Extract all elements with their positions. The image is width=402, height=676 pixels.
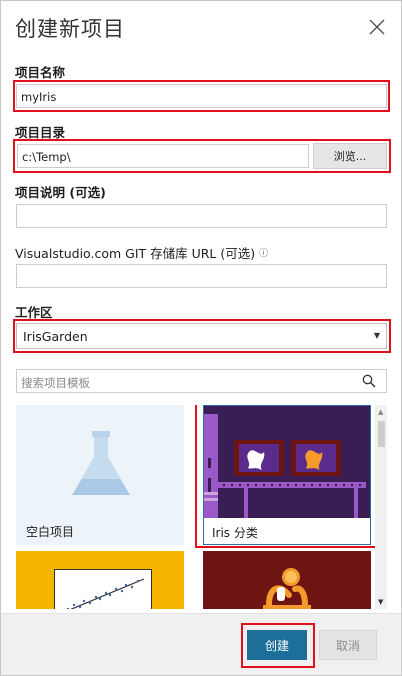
scroll-down-icon[interactable]: ▼ xyxy=(378,598,383,606)
template-label: Iris 分类 xyxy=(212,526,258,540)
scroll-up-icon[interactable]: ▲ xyxy=(378,408,383,416)
search-icon[interactable] xyxy=(362,374,376,388)
workspace-selected: IrisGarden xyxy=(23,329,88,344)
project-dir-input[interactable]: c:\Temp\ xyxy=(17,144,309,168)
project-name-input[interactable]: myIris xyxy=(16,84,387,108)
cancel-button[interactable]: 取消 xyxy=(319,630,377,660)
git-repo-label-text: Visualstudio.com GIT 存储库 URL (可选) xyxy=(15,246,256,261)
create-project-dialog: 创建新项目 项目名称 myIris 项目目录 c:\Temp\ 浏览... 项目… xyxy=(0,0,402,676)
project-dir-label: 项目目录 xyxy=(15,125,66,140)
template-search-placeholder: 搜索项目模板 xyxy=(21,376,90,390)
project-desc-label: 项目说明 (可选) xyxy=(15,185,106,200)
workspace-select[interactable]: IrisGarden ▼ xyxy=(16,323,387,349)
template-gallery: 空白项目 Iris 分类 xyxy=(16,405,387,609)
close-icon[interactable] xyxy=(367,17,387,37)
iris-pipeline-icon xyxy=(204,406,370,518)
project-name-label: 项目名称 xyxy=(15,65,66,80)
scroll-thumb[interactable] xyxy=(378,421,385,447)
git-repo-label: Visualstudio.com GIT 存储库 URL (可选) ⓘ xyxy=(15,243,268,262)
template-tile-hand[interactable] xyxy=(203,551,371,609)
template-tile-iris[interactable]: Iris 分类 xyxy=(203,405,371,545)
template-tile-scatter[interactable] xyxy=(16,551,184,609)
template-scrollbar[interactable]: ▲ ▼ xyxy=(375,405,387,609)
template-tile-blank[interactable]: 空白项目 xyxy=(16,405,184,545)
project-desc-input[interactable] xyxy=(16,204,387,228)
dialog-title: 创建新项目 xyxy=(15,17,125,41)
hand-coin-icon xyxy=(263,568,311,609)
git-repo-input[interactable] xyxy=(16,264,387,288)
dropdown-arrow-icon: ▼ xyxy=(373,331,380,340)
info-icon[interactable]: ⓘ xyxy=(259,246,268,259)
template-search[interactable]: 搜索项目模板 xyxy=(16,369,387,393)
flask-icon xyxy=(72,431,130,495)
create-button[interactable]: 创建 xyxy=(247,630,307,660)
scatter-chart-icon xyxy=(54,569,152,609)
workspace-label: 工作区 xyxy=(15,305,53,320)
browse-button[interactable]: 浏览... xyxy=(313,143,387,169)
template-label: 空白项目 xyxy=(26,525,75,539)
